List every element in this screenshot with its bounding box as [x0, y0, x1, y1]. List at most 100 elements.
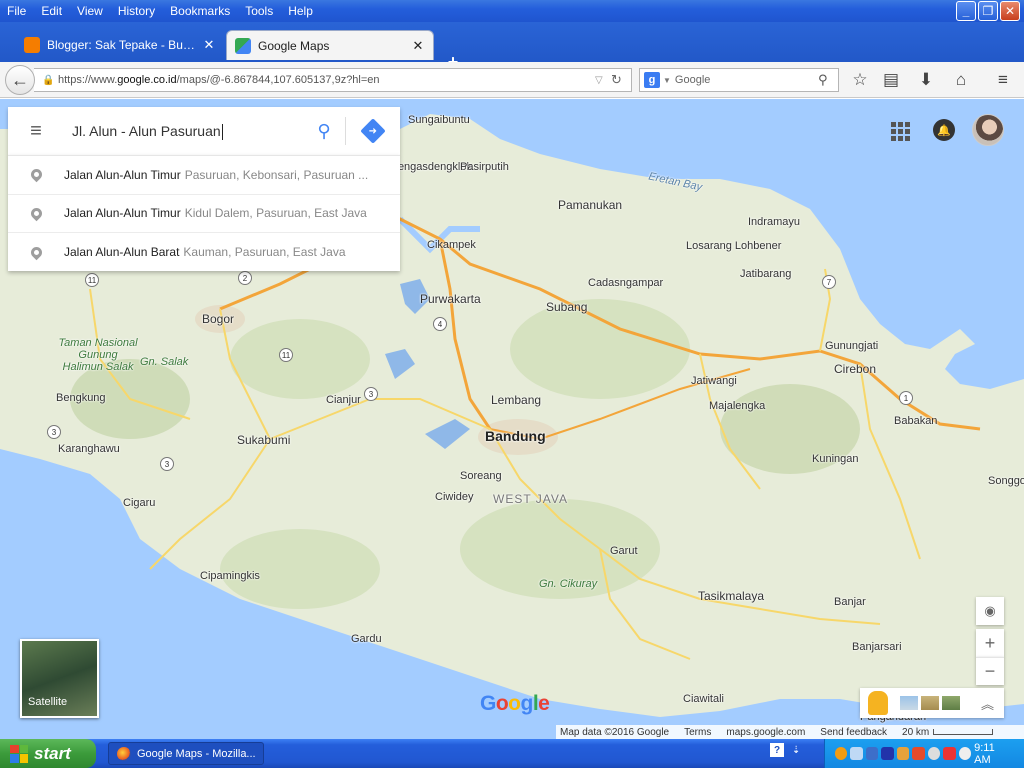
- account-avatar[interactable]: [972, 114, 1004, 146]
- bookmarks-list-icon[interactable]: ▤: [878, 68, 904, 92]
- suggestion-title: Jalan Alun-Alun Timur: [64, 206, 181, 221]
- suggestion-item[interactable]: Jalan Alun-Alun Barat Kauman, Pasuruan, …: [8, 233, 400, 272]
- download-icon[interactable]: ⬇: [913, 68, 939, 92]
- menu-bookmarks[interactable]: Bookmarks: [163, 0, 238, 22]
- suggestion-item[interactable]: Jalan Alun-Alun Timur Kidul Dalem, Pasur…: [8, 195, 400, 234]
- maps-search-input[interactable]: Jl. Alun - Alun Pasuruan: [64, 107, 303, 155]
- menu-help[interactable]: Help: [281, 0, 321, 22]
- site-link[interactable]: maps.google.com: [726, 727, 805, 738]
- search-icon[interactable]: ⚲: [818, 72, 838, 88]
- imagery-strip: ︽: [860, 688, 1004, 718]
- my-location-button[interactable]: ◉: [976, 597, 1004, 625]
- menu-edit[interactable]: Edit: [34, 0, 70, 22]
- suggestion-item[interactable]: Jalan Alun-Alun Timur Pasuruan, Kebonsar…: [8, 156, 400, 195]
- zoom-out-button[interactable]: −: [976, 657, 1004, 685]
- imagery-thumbnail[interactable]: [921, 696, 939, 710]
- label-gunungjati: Gunungjati: [825, 340, 879, 352]
- imagery-thumbnail[interactable]: [942, 696, 960, 710]
- crosshair-icon: ◉: [984, 603, 996, 618]
- help-icon[interactable]: ?: [770, 743, 784, 757]
- map-scale[interactable]: 20 km: [902, 727, 994, 738]
- tab-blogger[interactable]: Blogger: Sak Tepake - Buat e... ✕: [16, 30, 224, 60]
- close-tab-icon[interactable]: ✕: [202, 37, 216, 53]
- reload-icon[interactable]: ↻: [611, 72, 631, 88]
- tray-network-icon[interactable]: [850, 747, 863, 760]
- close-tab-icon[interactable]: ✕: [411, 38, 425, 54]
- satellite-toggle[interactable]: Satellite: [20, 639, 99, 718]
- tab-label: Blogger: Sak Tepake - Buat e...: [47, 38, 198, 52]
- tray-monitor-icon[interactable]: [865, 747, 879, 760]
- tray-volume-icon[interactable]: [927, 747, 941, 760]
- tray-shield-icon[interactable]: [896, 747, 910, 760]
- map-data-attribution: Map data ©2016 Google: [560, 726, 670, 738]
- minimize-button[interactable]: _: [956, 1, 976, 21]
- terms-link[interactable]: Terms: [684, 727, 711, 738]
- google-search-engine-icon[interactable]: g: [644, 72, 660, 88]
- label-songgo: Songgo: [988, 475, 1024, 487]
- label-sukabumi: Sukabumi: [237, 433, 291, 447]
- chevron-down-icon[interactable]: ⇣: [792, 745, 800, 756]
- label-tasikmalaya: Tasikmalaya: [698, 589, 765, 603]
- notifications-bell-icon[interactable]: 🔔: [933, 119, 955, 141]
- search-engine-dropdown-icon[interactable]: ▼: [663, 76, 671, 85]
- road-shield: 2: [238, 271, 252, 285]
- label-pasirputih: Pasirputih: [460, 161, 509, 173]
- tray-warning-icon[interactable]: [912, 747, 925, 760]
- label-cadasngampar: Cadasngampar: [588, 277, 664, 289]
- url-text: https://www.google.co.id/maps/@-6.867844…: [58, 74, 380, 86]
- label-bandung: Bandung: [485, 428, 546, 444]
- tray-flag-icon[interactable]: [943, 747, 956, 760]
- send-feedback-link[interactable]: Send feedback: [820, 727, 887, 738]
- restore-button[interactable]: ❐: [978, 1, 998, 21]
- tab-google-maps[interactable]: Google Maps ✕: [226, 30, 434, 60]
- zoom-in-button[interactable]: +: [976, 629, 1004, 657]
- google-maps-icon: [235, 37, 251, 54]
- taskbar: start Google Maps - Mozilla... ? ⇣ 9:11 …: [0, 739, 1024, 768]
- google-apps-icon[interactable]: [889, 120, 910, 141]
- menu-history[interactable]: History: [111, 0, 163, 22]
- tray-media-icon[interactable]: [881, 747, 894, 760]
- label-garut: Garut: [610, 545, 638, 557]
- label-kuningan: Kuningan: [812, 453, 859, 465]
- directions-button[interactable]: ➜: [346, 107, 400, 155]
- label-cianjur: Cianjur: [326, 394, 361, 406]
- label-gardu: Gardu: [351, 633, 382, 645]
- back-button[interactable]: ←: [5, 65, 35, 95]
- label-gn-cikuray: Gn. Cikuray: [539, 578, 598, 590]
- address-bar[interactable]: 🔒 https://www.google.co.id/maps/@-6.8678…: [34, 68, 632, 92]
- close-window-button[interactable]: ✕: [1000, 1, 1020, 21]
- road-shield: 3: [364, 387, 378, 401]
- lock-icon: 🔒: [42, 75, 55, 86]
- pegman-icon[interactable]: [868, 691, 888, 715]
- label-bogor: Bogor: [202, 312, 235, 326]
- label-cigaru: Cigaru: [123, 497, 156, 509]
- tray-clock-icon[interactable]: [958, 747, 972, 760]
- bookmark-star-icon[interactable]: ☆: [847, 68, 873, 92]
- url-dropdown-icon[interactable]: ▽: [595, 75, 611, 86]
- taskbar-item-firefox[interactable]: Google Maps - Mozilla...: [108, 742, 264, 765]
- maps-menu-icon[interactable]: ≡: [8, 107, 64, 155]
- imagery-thumbnail[interactable]: [900, 696, 918, 710]
- tab-label: Google Maps: [258, 38, 330, 53]
- window-controls: _ ❐ ✕: [956, 1, 1020, 21]
- browser-search-box[interactable]: g ▼ Google ⚲: [639, 68, 839, 92]
- maps-search-button[interactable]: ⚲: [303, 107, 345, 155]
- start-button[interactable]: start: [0, 739, 96, 768]
- label-cirebon: Cirebon: [834, 362, 877, 376]
- road-shield: 3: [47, 425, 61, 439]
- menu-view[interactable]: View: [70, 0, 111, 22]
- road-shield: 4: [433, 317, 447, 331]
- system-tray: 9:11 AM: [824, 739, 1024, 768]
- home-icon[interactable]: ⌂: [948, 68, 974, 92]
- windows-flag-icon: [10, 744, 28, 763]
- menu-tools[interactable]: Tools: [238, 0, 281, 22]
- label-soreang: Soreang: [460, 470, 502, 482]
- label-purwakarta: Purwakarta: [420, 292, 481, 306]
- browser-menu-icon[interactable]: ≡: [990, 68, 1016, 92]
- menu-file[interactable]: File: [0, 0, 34, 22]
- label-jatibarang: Jatibarang: [740, 268, 792, 280]
- tray-app-icon[interactable]: [835, 747, 848, 760]
- label-pamanukan: Pamanukan: [558, 198, 623, 212]
- suggestion-title: Jalan Alun-Alun Barat: [64, 245, 180, 260]
- chevron-up-icon[interactable]: ︽: [981, 694, 994, 713]
